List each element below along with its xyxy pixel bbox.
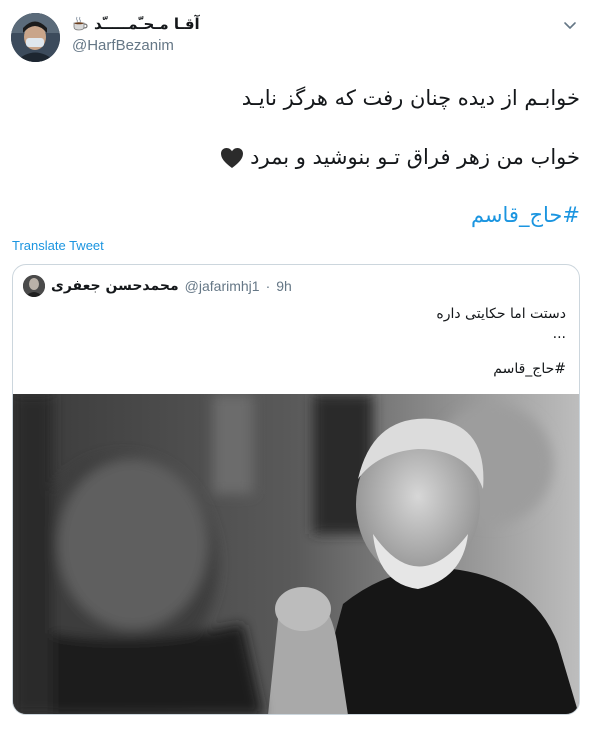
hot-beverage-icon — [72, 16, 88, 32]
separator-dot: · — [265, 278, 271, 294]
black-heart-icon — [220, 146, 244, 168]
tweet-text-line-2-row: خواب من زهر فراق تـو بنوشید و بمرد — [20, 141, 580, 173]
tweet-text-line-2: خواب من زهر فراق تـو بنوشید و بمرد — [250, 145, 580, 169]
quoted-text-ellipsis: ... — [552, 326, 566, 342]
quoted-text-line-1: دستت اما حکایتی داره — [436, 306, 566, 322]
quoted-tweet-photo[interactable] — [13, 394, 579, 714]
tweet-text: خوابـم از دیده چنان رفت که هرگز نایـد خو… — [20, 82, 580, 173]
chevron-down-icon[interactable] — [561, 18, 579, 32]
author-name-row[interactable]: آقـا مـحـّمـــــّد — [72, 13, 200, 35]
quoted-tweet-text: دستت اما حکایتی داره ... #حاج_قاسم — [26, 304, 566, 379]
quoted-author-avatar[interactable] — [23, 275, 45, 297]
hashtag-link[interactable]: #حاج_قاسم — [471, 203, 580, 227]
author-avatar[interactable] — [11, 13, 60, 62]
author-handle[interactable]: @HarfBezanim — [72, 37, 200, 54]
tweet-text-line-1: خوابـم از دیده چنان رفت که هرگز نایـد — [241, 86, 580, 110]
quoted-hashtag[interactable]: #حاج_قاسم — [26, 359, 566, 379]
author-info: آقـا مـحـّمـــــّد @HarfBezanim — [72, 13, 200, 54]
quoted-author-handle[interactable]: @jafarimhj1 — [185, 278, 260, 294]
quoted-timestamp[interactable]: 9h — [276, 278, 292, 294]
author-display-name[interactable]: آقـا مـحـّمـــــّد — [94, 15, 200, 33]
quoted-tweet-header: محمدحسن جعفری @jafarimhj1 · 9h — [23, 275, 292, 297]
translate-tweet-link[interactable]: Translate Tweet — [12, 238, 104, 253]
tweet-card: آقـا مـحـّمـــــّد @HarfBezanim خوابـم ا… — [0, 0, 597, 731]
quoted-author-name[interactable]: محمدحسن جعفری — [51, 278, 179, 294]
quoted-tweet[interactable]: محمدحسن جعفری @jafarimhj1 · 9h دستت اما … — [12, 264, 580, 715]
